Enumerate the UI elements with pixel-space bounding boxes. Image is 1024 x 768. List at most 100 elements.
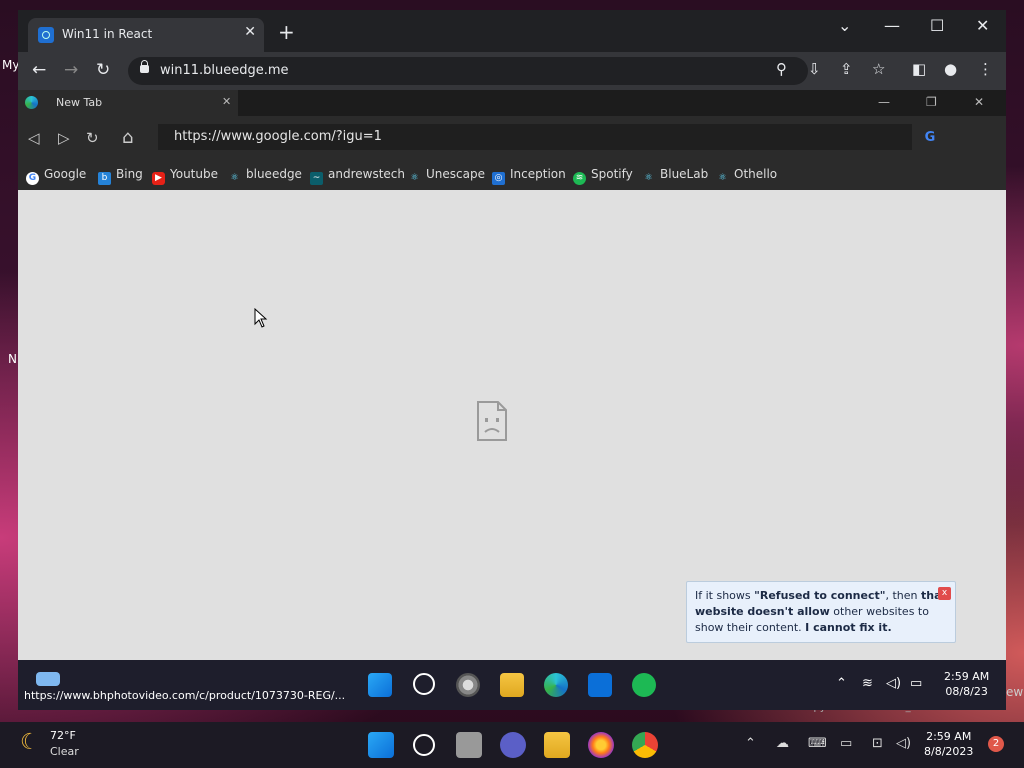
network-icon[interactable]: ⊡ bbox=[872, 736, 883, 751]
wifi-icon[interactable]: ≋ bbox=[862, 676, 873, 691]
chrome-toolbar: ← → ↻ win11.blueedge.me ⚲ ⇩ ⇪ ☆ ◧ ● ⋮ bbox=[18, 52, 1006, 90]
desktop-icon-label[interactable]: N bbox=[8, 352, 17, 366]
close-window-button[interactable]: ✕ bbox=[974, 95, 984, 109]
page-content[interactable]: If it shows "Refused to connect", then t… bbox=[18, 190, 1006, 660]
chat-icon[interactable] bbox=[500, 732, 526, 758]
inner-nav-bar: ◁ ▷ ↻ ⌂ https://www.google.com/?igu=1 G bbox=[18, 116, 1006, 160]
inner-tab[interactable]: New Tab ✕ bbox=[18, 90, 238, 116]
side-panel-icon[interactable]: ◧ bbox=[912, 60, 926, 78]
bookmark-unescape[interactable]: ⚛ Unescape bbox=[408, 167, 485, 185]
onedrive-icon[interactable]: ☁ bbox=[776, 736, 789, 751]
install-app-icon[interactable]: ⇩ bbox=[808, 60, 821, 78]
start-icon[interactable] bbox=[368, 673, 392, 697]
spotify-icon: ≋ bbox=[573, 172, 586, 185]
bookmark-spotify[interactable]: ≋ Spotify bbox=[573, 167, 633, 185]
bookmark-othello[interactable]: ⚛ Othello bbox=[716, 167, 777, 185]
inception-icon: ◎ bbox=[492, 172, 505, 185]
close-tab-icon[interactable]: ✕ bbox=[222, 95, 231, 108]
weather-condition[interactable]: Clear bbox=[50, 745, 79, 758]
desktop-icon-label[interactable]: My bbox=[2, 58, 19, 72]
reload-icon[interactable]: ↻ bbox=[96, 60, 110, 80]
clock-time: 2:59 AM bbox=[926, 730, 972, 743]
minimize-button[interactable]: — bbox=[884, 16, 900, 35]
file-explorer-icon[interactable] bbox=[544, 732, 570, 758]
restore-button[interactable]: ❐ bbox=[926, 95, 937, 109]
task-view-icon[interactable] bbox=[456, 732, 482, 758]
react-icon: ⚛ bbox=[644, 173, 653, 183]
chrome-tab-bar: Win11 in React ✕ + ⌄ — ☐ ✕ bbox=[18, 10, 1006, 52]
refresh-icon[interactable]: ↻ bbox=[86, 129, 99, 147]
chrome-icon[interactable] bbox=[632, 732, 658, 758]
minimize-button[interactable]: — bbox=[878, 95, 890, 109]
chrome-window: Win11 in React ✕ + ⌄ — ☐ ✕ ← → ↻ win11.b… bbox=[18, 10, 1006, 710]
store-icon[interactable] bbox=[588, 673, 612, 697]
react-icon: ⚛ bbox=[718, 173, 727, 183]
info-text-bold: "Refused to connect" bbox=[754, 589, 886, 602]
weather-temperature[interactable]: 72°F bbox=[50, 729, 76, 742]
close-notice-button[interactable]: x bbox=[938, 587, 951, 600]
bookmark-youtube[interactable]: ▶ Youtube bbox=[152, 167, 218, 185]
bookmark-label: Bing bbox=[116, 167, 143, 181]
moon-icon[interactable]: ☾ bbox=[20, 730, 40, 755]
bookmark-label: Unescape bbox=[426, 167, 485, 181]
react-icon: ⚛ bbox=[230, 173, 239, 183]
close-tab-icon[interactable]: ✕ bbox=[244, 24, 256, 40]
react-icon: ⚛ bbox=[410, 173, 419, 183]
new-tab-button[interactable]: + bbox=[278, 22, 295, 42]
bookmark-bluelab[interactable]: ⚛ BlueLab bbox=[642, 167, 708, 185]
volume-icon[interactable]: ◁) bbox=[896, 736, 911, 751]
system-clock[interactable]: 2:59 AM 8/8/2023 bbox=[924, 729, 973, 759]
address-bar[interactable]: win11.blueedge.me bbox=[128, 57, 808, 85]
bookmark-label: Google bbox=[44, 167, 87, 181]
inner-url-text[interactable]: https://www.google.com/?igu=1 bbox=[174, 129, 382, 144]
maximize-button[interactable]: ☐ bbox=[930, 16, 944, 35]
display-icon[interactable]: ▭ bbox=[840, 736, 852, 751]
bookmark-inception[interactable]: ◎ Inception bbox=[492, 167, 566, 185]
search-icon[interactable] bbox=[413, 673, 435, 695]
inner-clock[interactable]: 2:59 AM 08/8/23 bbox=[944, 669, 989, 699]
back-arrow-icon[interactable]: ← bbox=[32, 60, 46, 80]
back-icon[interactable]: ◁ bbox=[28, 129, 40, 147]
home-icon[interactable]: ⌂ bbox=[122, 127, 133, 148]
bookmark-label: Inception bbox=[510, 167, 566, 181]
more-menu-icon[interactable]: ⋮ bbox=[978, 60, 993, 78]
share-icon[interactable]: ⇪ bbox=[840, 60, 853, 78]
chrome-tab[interactable]: Win11 in React ✕ bbox=[28, 18, 264, 52]
battery-icon[interactable]: ▭ bbox=[910, 676, 922, 691]
notification-badge[interactable]: 2 bbox=[988, 736, 1004, 752]
star-icon[interactable]: ☆ bbox=[872, 60, 885, 78]
forward-icon[interactable]: ▷ bbox=[58, 129, 70, 147]
settings-icon[interactable] bbox=[456, 673, 480, 697]
edge-icon[interactable] bbox=[544, 673, 568, 697]
inner-time: 2:59 AM bbox=[944, 670, 990, 683]
address-bar-url[interactable]: win11.blueedge.me bbox=[160, 63, 289, 78]
bookmark-andrewstech[interactable]: ~ andrewstech bbox=[310, 167, 405, 185]
chevron-down-icon[interactable]: ⌄ bbox=[838, 16, 851, 35]
forward-arrow-icon[interactable]: → bbox=[64, 60, 78, 80]
bookmark-google[interactable]: G Google bbox=[26, 167, 86, 185]
volume-icon[interactable]: ◁) bbox=[886, 676, 901, 691]
bookmarks-bar: G Google b Bing ▶ Youtube ⚛ blueedge ~ andrew… bbox=[18, 160, 1006, 190]
bookmark-blueedge[interactable]: ⚛ blueedge bbox=[228, 167, 302, 185]
youtube-icon: ▶ bbox=[152, 172, 165, 185]
bookmark-label: blueedge bbox=[246, 167, 302, 181]
keyboard-icon[interactable]: ⌨ bbox=[808, 736, 827, 751]
profile-icon[interactable]: ● bbox=[944, 60, 957, 78]
bookmark-label: BlueLab bbox=[660, 167, 709, 181]
info-text-bold: I cannot fix it. bbox=[805, 621, 892, 634]
google-icon[interactable]: G bbox=[922, 130, 938, 146]
andrewstech-icon: ~ bbox=[310, 172, 323, 185]
close-window-button[interactable]: ✕ bbox=[976, 16, 989, 35]
chevron-up-icon[interactable]: ⌃ bbox=[745, 736, 756, 751]
spotify-icon[interactable] bbox=[632, 673, 656, 697]
zoom-icon[interactable]: ⚲ bbox=[776, 60, 787, 78]
chevron-up-icon[interactable]: ⌃ bbox=[836, 676, 847, 691]
bookmark-bing[interactable]: b Bing bbox=[98, 167, 143, 185]
lock-icon[interactable] bbox=[140, 60, 149, 73]
search-icon[interactable] bbox=[413, 734, 435, 756]
widgets-icon[interactable] bbox=[36, 672, 60, 686]
start-icon[interactable] bbox=[368, 732, 394, 758]
file-explorer-icon[interactable] bbox=[500, 673, 524, 697]
inner-url-field[interactable]: https://www.google.com/?igu=1 bbox=[158, 124, 912, 150]
firefox-icon[interactable] bbox=[588, 732, 614, 758]
